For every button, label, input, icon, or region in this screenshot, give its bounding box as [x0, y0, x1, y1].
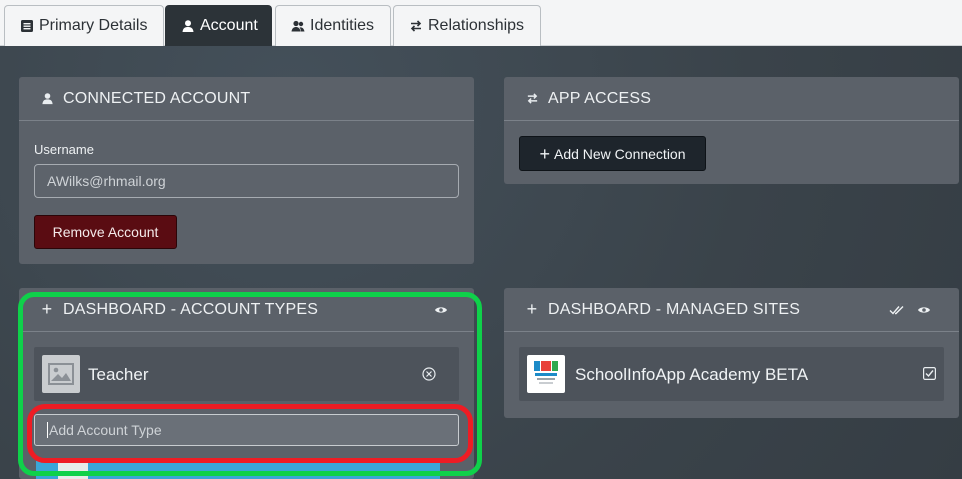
- connected-account-header: CONNECTED ACCOUNT: [19, 77, 474, 121]
- plus-icon: +: [539, 143, 550, 164]
- list-icon: [20, 19, 34, 33]
- tab-account[interactable]: Account: [165, 5, 272, 46]
- tab-relationships[interactable]: Relationships: [393, 5, 541, 46]
- list-item[interactable]: Teacher: [34, 347, 459, 401]
- user-icon: [39, 91, 55, 107]
- tab-label: Primary Details: [39, 17, 148, 34]
- user-icon: [181, 19, 195, 33]
- panel-title: CONNECTED ACCOUNT: [63, 89, 251, 107]
- add-account-type-input[interactable]: Add Account Type: [34, 414, 459, 446]
- swap-icon: [409, 19, 423, 33]
- users-icon: [291, 19, 305, 33]
- connected-account-panel: CONNECTED ACCOUNT Username AWilks@rhmail…: [19, 77, 474, 264]
- account-types-panel: + DASHBOARD - ACCOUNT TYPES Teacher Add …: [19, 288, 474, 479]
- remove-account-button[interactable]: Remove Account: [34, 215, 177, 249]
- image-placeholder-icon: [42, 355, 80, 393]
- eye-icon[interactable]: [434, 303, 448, 321]
- app-access-panel: APP ACCESS + Add New Connection: [504, 77, 959, 184]
- panel-title: APP ACCESS: [548, 89, 652, 107]
- eye-icon[interactable]: [917, 303, 931, 321]
- tab-bar: Primary Details Account Identities Relat…: [0, 0, 962, 46]
- double-check-icon[interactable]: [889, 303, 905, 321]
- site-label: SchoolInfoApp Academy BETA: [575, 365, 809, 384]
- account-types-header: + DASHBOARD - ACCOUNT TYPES: [19, 288, 474, 332]
- input-placeholder: Add Account Type: [49, 422, 162, 438]
- username-field[interactable]: AWilks@rhmail.org: [34, 164, 459, 198]
- list-item[interactable]: SchoolInfoApp Academy BETA: [519, 347, 944, 401]
- school-logo-icon: [527, 355, 565, 393]
- tab-label: Identities: [310, 17, 375, 34]
- username-label: Username: [34, 142, 94, 157]
- suggestion-dropdown[interactable]: [36, 461, 440, 479]
- tab-label: Relationships: [428, 17, 525, 34]
- tab-primary-details[interactable]: Primary Details: [4, 5, 164, 46]
- app-access-header: APP ACCESS: [504, 77, 959, 121]
- add-new-connection-button[interactable]: + Add New Connection: [519, 136, 706, 171]
- swap-icon: [524, 91, 540, 107]
- checkbox-checked-icon[interactable]: [923, 367, 936, 380]
- tab-label: Account: [200, 17, 258, 34]
- managed-sites-header: + DASHBOARD - MANAGED SITES: [504, 288, 959, 332]
- text-caret: [47, 422, 48, 438]
- tab-identities[interactable]: Identities: [275, 5, 391, 46]
- plus-icon[interactable]: +: [524, 299, 540, 319]
- suggestion-thumbnail: [58, 463, 88, 479]
- button-label: Add New Connection: [553, 145, 686, 162]
- plus-icon[interactable]: +: [39, 299, 55, 319]
- panel-title: DASHBOARD - ACCOUNT TYPES: [63, 300, 319, 318]
- managed-sites-panel: + DASHBOARD - MANAGED SITES SchoolInfoAp…: [504, 288, 959, 418]
- panel-title: DASHBOARD - MANAGED SITES: [548, 300, 801, 318]
- remove-icon[interactable]: [422, 367, 436, 381]
- account-type-label: Teacher: [88, 365, 149, 384]
